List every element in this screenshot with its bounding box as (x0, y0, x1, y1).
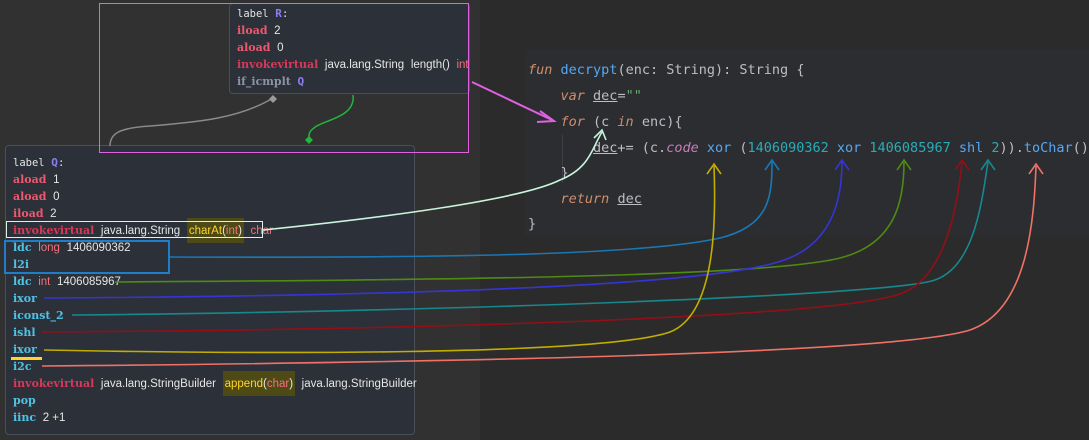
instruction-aload-1: aload 1 (13, 173, 60, 186)
code-line-5[interactable]: } (528, 160, 569, 186)
instruction-iinc: iinc 2 +1 (13, 411, 66, 424)
instruction-aload-0: aload 0 (13, 190, 60, 203)
code-line-4[interactable]: dec+= (c.code xor (1406090362 xor 140608… (528, 135, 1089, 161)
code-line-1[interactable]: fun decrypt(enc: String): String { (528, 57, 804, 83)
instruction-iload-2: iload 2 (13, 207, 57, 220)
charat-highlight-box (6, 221, 263, 238)
code-line-2[interactable]: var dec="" (528, 83, 642, 109)
basic-block-q[interactable]: label Q: aload 1 aload 0 iload 2 invokev… (5, 145, 417, 435)
code-line-7[interactable]: } (528, 211, 536, 237)
instruction-ixor: ixor (13, 292, 37, 305)
instruction-ishl: ishl (13, 326, 36, 339)
label-line: label Q: (13, 156, 65, 169)
method-highlight: append(char) (222, 371, 296, 396)
instruction-invokevirtual-append: invokevirtual java.lang.StringBuilder ap… (13, 371, 417, 396)
instruction-ixor-2: ixor (13, 343, 37, 356)
code-line-3[interactable]: for (c in enc){ (528, 109, 683, 135)
instruction-ldc-int: ldc int 1406085967 (13, 275, 121, 288)
code-line-6[interactable]: return dec (528, 186, 642, 212)
instruction-i2c: i2c (13, 360, 32, 373)
selection-box (99, 3, 469, 153)
instruction-pop: pop (13, 394, 36, 407)
ixor-underline (11, 357, 42, 360)
ldc-l2i-highlight-box (4, 240, 170, 274)
instruction-iconst-2: iconst_2 (13, 309, 64, 322)
